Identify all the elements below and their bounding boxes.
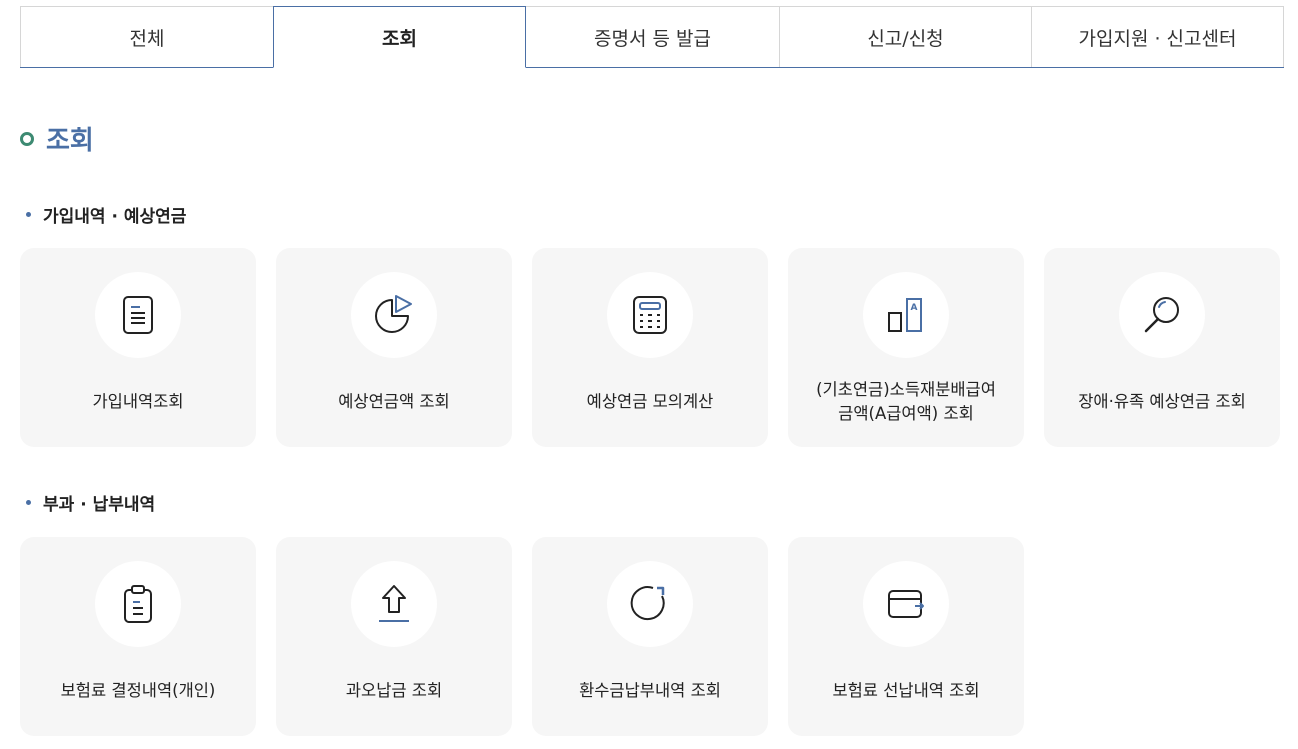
card-pension-simulation[interactable]: 예상연금 모의계산 xyxy=(532,248,768,447)
upload-icon xyxy=(379,585,409,622)
icon-circle: A xyxy=(863,272,949,358)
tab-support-center[interactable]: 가입지원 · 신고센터 xyxy=(1031,6,1284,67)
icon-circle xyxy=(95,561,181,647)
card-label: 환수금납부내역 조회 xyxy=(579,681,721,700)
group-heading-billing: 부과 · 납부내역 xyxy=(26,490,155,515)
dot-bullet-icon xyxy=(26,500,31,505)
icon-circle xyxy=(351,561,437,647)
group-heading-enrollment: 가입내역 · 예상연금 xyxy=(26,202,186,227)
icon-circle xyxy=(1119,272,1205,358)
tab-label: 조회 xyxy=(382,27,417,50)
tab-report-apply[interactable]: 신고/신청 xyxy=(779,6,1031,67)
card-overpayment[interactable]: 과오납금 조회 xyxy=(276,537,512,736)
calculator-icon xyxy=(633,296,667,334)
group-heading-text: 부과 · 납부내역 xyxy=(43,495,156,515)
refresh-icon xyxy=(630,586,665,621)
tab-label: 신고/신청 xyxy=(867,27,944,50)
card-label: 예상연금액 조회 xyxy=(338,392,450,411)
card-label: 과오납금 조회 xyxy=(345,681,443,700)
card-label: (기초연금)소득재분배급여 금액(A급여액) 조회 xyxy=(816,380,996,423)
icon-circle xyxy=(863,561,949,647)
card-enrollment-history[interactable]: 가입내역조회 xyxy=(20,248,256,447)
card-label: 보험료 선납내역 조회 xyxy=(832,681,980,700)
card-label: 가입내역조회 xyxy=(92,392,184,411)
page-title: 조회 xyxy=(46,126,94,156)
tab-certificates[interactable]: 증명서 등 발급 xyxy=(526,6,779,67)
card-basic-pension-redistribution[interactable]: A (기초연금)소득재분배급여 금액(A급여액) 조회 xyxy=(788,248,1024,447)
bar-compare-icon: A xyxy=(888,298,922,332)
card-label: 보험료 결정내역(개인) xyxy=(60,681,216,700)
tab-all[interactable]: 전체 xyxy=(20,6,273,67)
search-icon xyxy=(1144,297,1179,333)
tab-inquiry[interactable]: 조회 xyxy=(273,6,526,68)
card-premium-decision[interactable]: 보험료 결정내역(개인) xyxy=(20,537,256,736)
group-heading-text: 가입내역 · 예상연금 xyxy=(43,207,187,227)
clipboard-icon xyxy=(124,585,152,623)
wallet-icon xyxy=(888,590,924,618)
icon-circle xyxy=(607,272,693,358)
card-label: 장애·유족 예상연금 조회 xyxy=(1078,392,1246,411)
section-title: 조회 xyxy=(20,120,94,157)
tab-label: 증명서 등 발급 xyxy=(594,27,711,50)
icon-circle xyxy=(351,272,437,358)
pie-chart-icon xyxy=(375,295,412,333)
card-refund-payment[interactable]: 환수금납부내역 조회 xyxy=(532,537,768,736)
card-prepayment[interactable]: 보험료 선납내역 조회 xyxy=(788,537,1024,736)
tab-label: 가입지원 · 신고센터 xyxy=(1078,27,1237,50)
card-expected-pension[interactable]: 예상연금액 조회 xyxy=(276,248,512,447)
tab-label: 전체 xyxy=(129,27,165,50)
document-icon xyxy=(123,296,153,334)
card-disability-survivor-pension[interactable]: 장애·유족 예상연금 조회 xyxy=(1044,248,1280,447)
icon-circle xyxy=(95,272,181,358)
card-row-billing: 보험료 결정내역(개인) 과오납금 조회 환수금납부내역 조회 보험료 선납내역… xyxy=(20,537,1024,736)
category-tabs: 전체 조회 증명서 등 발급 신고/신청 가입지원 · 신고센터 xyxy=(20,6,1284,68)
page: 전체 조회 증명서 등 발급 신고/신청 가입지원 · 신고센터 조회 가입내역… xyxy=(0,0,1298,749)
dot-bullet-icon xyxy=(26,212,31,217)
card-label: 예상연금 모의계산 xyxy=(586,392,714,411)
svg-text:A: A xyxy=(911,303,918,313)
icon-circle xyxy=(607,561,693,647)
circle-bullet-icon xyxy=(20,131,34,146)
card-row-enrollment: 가입내역조회 예상연금액 조회 예상연금 모의계산 A (기초연금)소득재분배급… xyxy=(20,248,1280,447)
